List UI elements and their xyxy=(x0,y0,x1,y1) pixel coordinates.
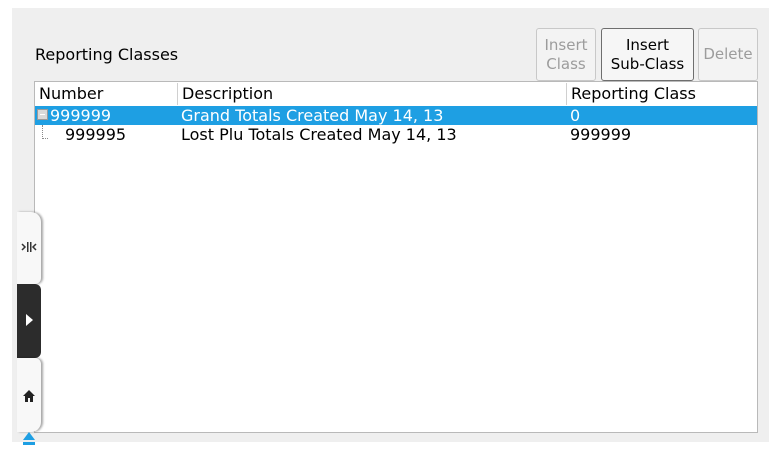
row-number: 999995 xyxy=(65,125,127,144)
table-row[interactable]: 999999 Grand Totals Created May 14, 13 0 xyxy=(35,106,757,125)
panel-title: Reporting Classes xyxy=(35,45,179,64)
reporting-classes-panel: Reporting Classes Insert Class Insert Su… xyxy=(12,8,769,442)
insert-sub-class-button[interactable]: Insert Sub-Class xyxy=(601,28,694,81)
table-header: Number Description Reporting Class xyxy=(35,82,757,106)
row-reporting-class: 999999 xyxy=(570,125,632,144)
collapse-arrows-icon xyxy=(21,242,37,252)
insert-class-label-line1: Insert xyxy=(544,35,588,54)
eject-icon[interactable] xyxy=(22,430,36,448)
column-header-description[interactable]: Description xyxy=(177,83,566,105)
column-header-number[interactable]: Number xyxy=(35,83,177,105)
dock-home-tab[interactable] xyxy=(17,358,41,432)
row-description: Lost Plu Totals Created May 14, 13 xyxy=(181,125,457,144)
home-icon xyxy=(23,390,35,402)
dock-collapse-tab[interactable] xyxy=(17,212,41,284)
dock-play-tab[interactable] xyxy=(17,284,41,358)
delete-button[interactable]: Delete xyxy=(698,28,758,81)
insert-class-button[interactable]: Insert Class xyxy=(536,28,596,81)
insert-class-label-line2: Class xyxy=(546,54,586,73)
collapse-toggle-icon[interactable] xyxy=(37,109,48,120)
insert-sub-class-label-line2: Sub-Class xyxy=(610,54,685,73)
play-icon xyxy=(26,314,33,326)
row-description: Grand Totals Created May 14, 13 xyxy=(181,106,444,125)
column-header-reporting-class[interactable]: Reporting Class xyxy=(566,83,757,105)
delete-label: Delete xyxy=(703,45,753,63)
row-number: 999999 xyxy=(50,106,112,125)
row-reporting-class: 0 xyxy=(570,106,581,125)
side-dock xyxy=(17,212,41,432)
table-row[interactable]: 999995 Lost Plu Totals Created May 14, 1… xyxy=(35,125,757,144)
reporting-classes-tree-table[interactable]: Number Description Reporting Class 99999… xyxy=(34,81,758,433)
insert-sub-class-label-line1: Insert xyxy=(625,35,670,54)
